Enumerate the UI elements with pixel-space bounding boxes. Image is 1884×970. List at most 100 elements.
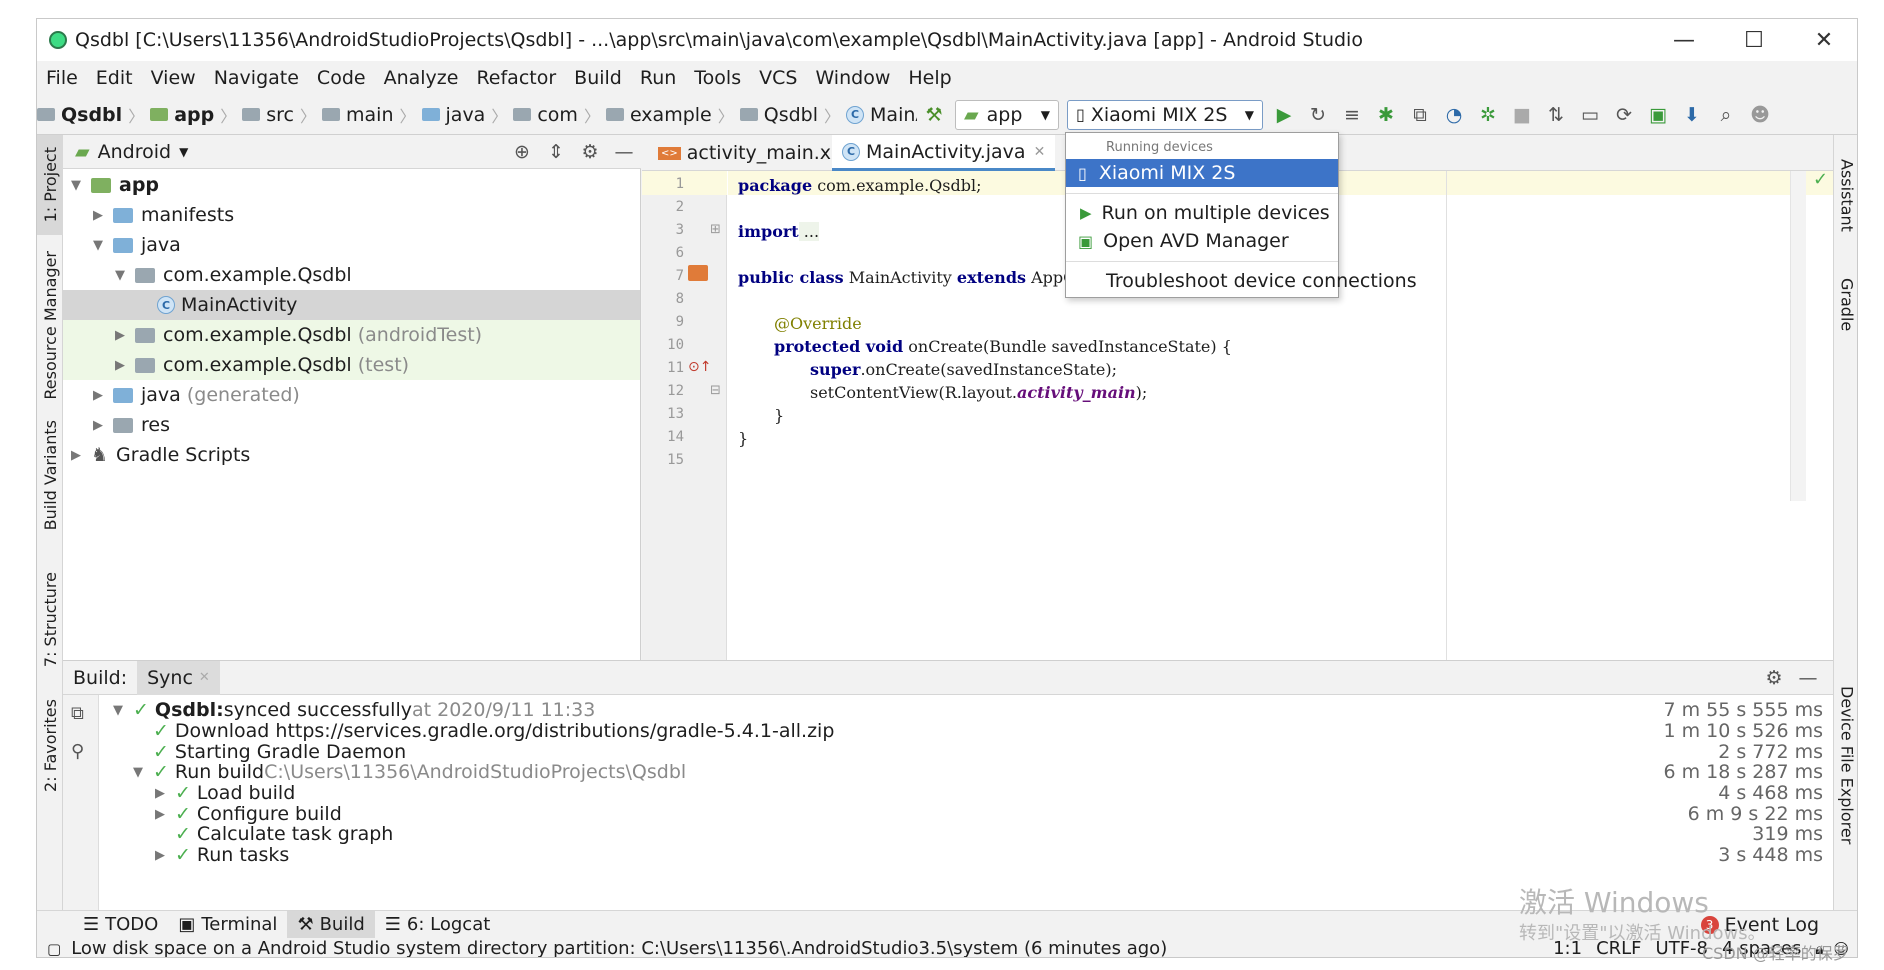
override-gutter-icon[interactable]: ⊙↑ [688,359,711,375]
package-icon [135,357,155,373]
menu-code[interactable]: Code [308,67,375,89]
breadcrumb-item[interactable]: java 〉 [421,103,507,127]
breadcrumb-item[interactable]: main 〉 [322,103,416,127]
tool-windows-icon[interactable]: ▢ [47,940,61,958]
fold-icon[interactable]: ⊟ [710,383,721,398]
module-selector[interactable]: ▰ app ▼ [955,99,1059,130]
menu-run[interactable]: Run [631,67,685,89]
close-button[interactable]: ✕ [1789,19,1857,61]
fold-icon[interactable]: ⊞ [710,222,721,237]
tab-main-activity-java[interactable]: C MainActivity.java ✕ [832,135,1056,171]
tab-build-variants[interactable]: Build Variants [37,420,63,530]
layout-gutter-icon[interactable] [688,265,708,281]
collapse-arrow-icon: ▶ [115,327,125,343]
code-line: protected void onCreate(Bundle savedInst… [774,336,1232,356]
breadcrumb-item[interactable]: Qsdbl 〉 [739,103,840,127]
locate-icon[interactable]: ⊕ [505,135,539,169]
debug-app-icon[interactable]: ✲ [1471,98,1505,132]
tab-sync[interactable]: Sync ✕ [137,660,220,695]
breadcrumb-item[interactable]: src 〉 [242,103,316,127]
tab-todo[interactable]: ☰ TODO [73,911,168,939]
tab-device-file-explorer[interactable]: Device File Explorer [1834,675,1857,855]
gear-icon[interactable]: ⚙ [573,135,607,169]
menu-refactor[interactable]: Refactor [467,67,565,89]
scrollbar[interactable] [1790,171,1806,501]
toggle-view-icon[interactable]: ⧉ [71,703,84,724]
menu-window[interactable]: Window [806,67,899,89]
hammer-icon[interactable]: ⚒ [917,98,951,132]
gear-icon[interactable]: ⚙ [1757,661,1791,695]
menu-tools[interactable]: Tools [685,67,750,89]
apply-changes-icon[interactable]: ↻ [1301,98,1335,132]
breadcrumb-item[interactable]: com 〉 [513,103,600,127]
gradle-sync-icon[interactable]: ⟳ [1607,98,1641,132]
check-icon: ✓ [153,720,169,742]
build-row[interactable]: ▶ ✓ Run tasks 3 s 448 ms [99,843,1833,867]
tree-item[interactable]: ▶ ♞ Gradle Scripts [63,440,640,470]
tree-item[interactable]: ▶ res [63,410,640,440]
close-tab-icon[interactable]: ✕ [199,670,210,685]
minimize-button[interactable]: — [1649,19,1719,61]
collapse-arrow-icon: ▶ [71,447,81,463]
tree-item[interactable]: ▶ manifests [63,200,640,230]
tree-item[interactable]: ▶ java (generated) [63,380,640,410]
maximize-button[interactable]: ☐ [1719,19,1789,61]
tree-item[interactable]: ▼ java [63,230,640,260]
run-icon[interactable]: ▶ [1267,98,1301,132]
tree-item[interactable]: ▼ com.example.Qsdbl [63,260,640,290]
menu-build[interactable]: Build [565,67,631,89]
code-line: import ... [738,221,820,241]
menu-view[interactable]: View [142,67,205,89]
menu-edit[interactable]: Edit [87,67,142,89]
tab-terminal[interactable]: ▣ Terminal [168,911,287,939]
sync-project-icon[interactable]: ⇅ [1539,98,1573,132]
tab-resource-manager[interactable]: Resource Manager [37,251,63,400]
user-icon[interactable]: ☻ [1743,98,1777,132]
menu-analyze[interactable]: Analyze [375,67,468,89]
profile-icon[interactable]: ◔ [1437,98,1471,132]
debug-icon[interactable]: ✱ [1369,98,1403,132]
apply-code-changes-icon[interactable]: ≡ [1335,98,1369,132]
tab-structure[interactable]: 7: Structure [37,565,63,675]
tab-favorites[interactable]: 2: Favorites [37,695,63,795]
collapse-all-icon[interactable]: ⇕ [539,135,573,169]
dropdown-item-run-multiple[interactable]: ▶ Run on multiple devices [1066,199,1338,227]
hide-icon[interactable]: — [607,135,641,169]
menu-navigate[interactable]: Navigate [205,67,308,89]
menu-file[interactable]: File [37,67,87,89]
tree-item[interactable]: ▼ app [63,170,640,200]
search-icon[interactable]: ⌕ [1709,98,1743,132]
tree-item[interactable]: ▶ com.example.Qsdbl (androidTest) [63,320,640,350]
stop-icon[interactable]: ■ [1505,98,1539,132]
tab-assistant[interactable]: Assistant [1834,145,1857,245]
hide-icon[interactable]: — [1791,661,1825,695]
breadcrumb-item[interactable]: example 〉 [605,103,734,127]
pin-icon[interactable]: ⚲ [71,741,84,762]
tab-project[interactable]: 1: Project [37,135,63,235]
device-selector[interactable]: ▯ Xiaomi MIX 2S ▼ [1067,99,1263,130]
dropdown-item-selected-device[interactable]: ▯ Xiaomi MIX 2S [1066,159,1338,187]
breadcrumb-item[interactable]: app 〉 [150,103,236,127]
class-icon: C [842,142,860,161]
tab-logcat[interactable]: ☰ 6: Logcat [375,911,501,939]
tab-build[interactable]: ⚒ Build [287,910,375,939]
dropdown-item-troubleshoot[interactable]: Troubleshoot device connections [1066,267,1417,295]
menu-vcs[interactable]: VCS [750,67,806,89]
tree-item-selected[interactable]: C MainActivity [63,290,640,320]
chevron-down-icon[interactable]: ▼ [179,145,188,159]
sdk-manager-icon[interactable]: ⬇ [1675,98,1709,132]
breadcrumb-item[interactable]: CMainActivity [846,104,917,126]
attach-debugger-icon[interactable]: ⧉ [1403,98,1437,132]
dropdown-item-avd-manager[interactable]: ▣ Open AVD Manager [1066,227,1338,255]
avd-manager-icon[interactable]: ▣ [1641,98,1675,132]
menu-help[interactable]: Help [899,67,960,89]
status-message[interactable]: Low disk space on a Android Studio syste… [71,938,1221,957]
project-view-selector[interactable]: Android [98,141,171,163]
tree-item[interactable]: ▶ com.example.Qsdbl (test) [63,350,640,380]
code-line: @Override [774,313,862,333]
close-tab-icon[interactable]: ✕ [1034,144,1046,160]
breadcrumb-item[interactable]: Qsdbl 〉 [37,103,144,127]
device-manager-icon[interactable]: ▭ [1573,98,1607,132]
module-icon [150,108,169,121]
tab-gradle[interactable]: Gradle [1834,265,1857,345]
